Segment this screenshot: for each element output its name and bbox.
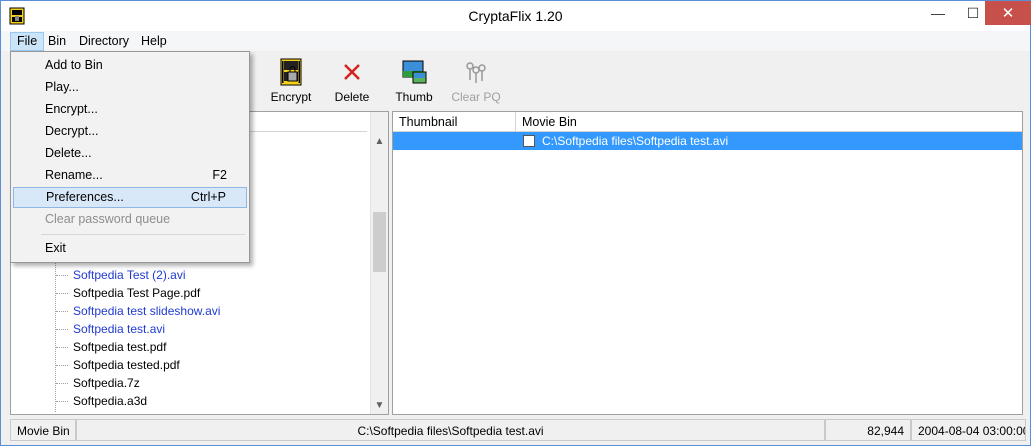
clear-pq-button[interactable]: Clear PQ	[447, 58, 505, 106]
delete-x-icon	[344, 64, 360, 80]
row-path: C:\Softpedia files\Softpedia test.avi	[542, 134, 729, 148]
tree-item[interactable]: Softpedia Test (2).avi	[56, 266, 186, 284]
menu-item-label: Encrypt...	[45, 102, 98, 116]
menu-item-play[interactable]: Play...	[13, 77, 247, 98]
minimize-icon[interactable]: —	[921, 1, 955, 25]
clear-pq-label: Clear PQ	[451, 90, 501, 104]
menu-help[interactable]: Help	[135, 32, 173, 51]
menu-item-label: Clear password queue	[45, 212, 171, 226]
encrypt-film-lock-icon	[280, 58, 302, 86]
tree-item[interactable]: Softpedia test.avi	[55, 320, 165, 338]
scroll-up-icon[interactable]: ▲	[371, 133, 388, 150]
scroll-down-icon[interactable]: ▼	[371, 397, 388, 414]
status-mode: Movie Bin	[10, 419, 76, 441]
tree-item[interactable]: Softpedia.a3d	[55, 392, 147, 410]
tree-guide-line	[55, 262, 56, 412]
menu-item-label: Preferences...	[46, 190, 124, 204]
encrypt-button[interactable]: Encrypt	[262, 58, 320, 106]
thumb-button[interactable]: Thumb	[385, 58, 443, 106]
menu-item-decrypt[interactable]: Decrypt...	[13, 121, 247, 142]
column-header-movie-bin[interactable]: Movie Bin	[516, 112, 1022, 132]
menu-item-add-to-bin[interactable]: Add to Bin	[13, 55, 247, 76]
menu-item-exit[interactable]: Exit	[13, 238, 247, 259]
thumb-label: Thumb	[395, 90, 433, 104]
menu-bin[interactable]: Bin	[42, 32, 72, 51]
title-bar[interactable]: CryptaFlix 1.20 — ☐ ✕	[1, 1, 1031, 31]
status-date: 2004-08-04 03:00:00	[911, 419, 1026, 441]
menu-item-rename[interactable]: Rename... F2	[13, 165, 247, 186]
menu-item-label: Decrypt...	[45, 124, 99, 138]
tree-item[interactable]: Softpedia Test Page.pdf	[55, 284, 200, 302]
keys-icon	[466, 62, 486, 83]
tree-scrollbar[interactable]: ▲ ▼	[370, 112, 388, 414]
menu-item-encrypt[interactable]: Encrypt...	[13, 99, 247, 120]
row-checkbox[interactable]	[523, 135, 535, 147]
menu-item-preferences[interactable]: Preferences... Ctrl+P	[13, 187, 247, 208]
scroll-thumb[interactable]	[373, 212, 386, 272]
status-path: C:\Softpedia files\Softpedia test.avi	[76, 419, 825, 441]
table-row[interactable]: C:\Softpedia files\Softpedia test.avi	[393, 132, 1022, 150]
tree-item[interactable]: Softpedia test.pdf	[55, 338, 166, 356]
menu-item-label: Delete...	[45, 146, 92, 160]
status-size: 82,944	[825, 419, 911, 441]
menu-separator	[41, 234, 245, 235]
window-title: CryptaFlix 1.20	[468, 8, 563, 24]
file-menu-dropdown: Add to Bin Play... Encrypt... Decrypt...…	[10, 51, 250, 263]
tree-item[interactable]: Softpedia tested.pdf	[56, 356, 180, 374]
tree-item[interactable]: Softpedia.7z	[56, 374, 140, 392]
thumbnail-image-icon	[402, 60, 427, 84]
menu-item-label: Add to Bin	[45, 58, 103, 72]
menu-file[interactable]: File	[10, 32, 45, 51]
app-window: CryptaFlix 1.20 — ☐ ✕ File Bin Directory…	[0, 0, 1031, 446]
status-bar: Movie Bin C:\Softpedia files\Softpedia t…	[1, 417, 1030, 445]
close-icon[interactable]: ✕	[985, 1, 1031, 25]
menu-item-label: Exit	[45, 241, 66, 255]
menu-item-label: Play...	[45, 80, 79, 94]
menu-item-shortcut: Ctrl+P	[190, 190, 226, 204]
menu-item-delete[interactable]: Delete...	[13, 143, 247, 164]
delete-label: Delete	[334, 90, 370, 104]
encrypt-label: Encrypt	[270, 90, 312, 104]
menu-item-clear-password-queue[interactable]: Clear password queue	[13, 209, 247, 230]
menu-directory[interactable]: Directory	[73, 32, 135, 51]
menu-item-shortcut: F2	[212, 168, 227, 182]
column-header-thumbnail[interactable]: Thumbnail	[393, 112, 516, 132]
menu-bar: File Bin Directory Help	[1, 31, 1030, 51]
delete-button[interactable]: Delete	[323, 58, 381, 106]
tree-item[interactable]: Softpedia test slideshow.avi	[55, 302, 220, 320]
menu-item-label: Rename...	[45, 168, 103, 182]
movie-bin-list[interactable]: Thumbnail Movie Bin C:\Softpedia files\S…	[392, 111, 1023, 415]
